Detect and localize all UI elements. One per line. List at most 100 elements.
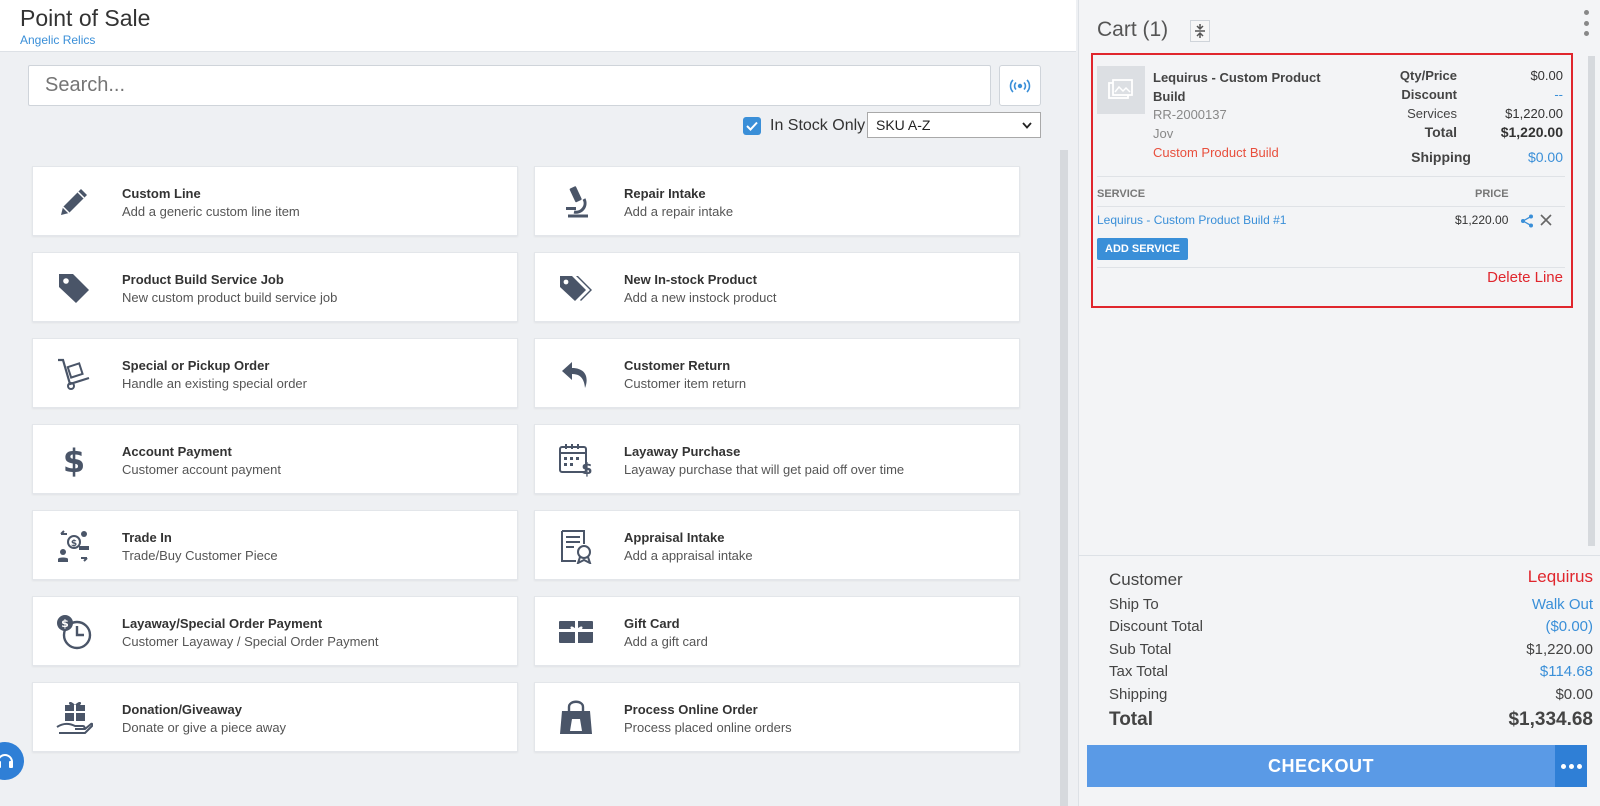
in-stock-filter[interactable]: In Stock Only <box>743 117 865 135</box>
tile-desc: Donate or give a piece away <box>122 720 287 735</box>
collapse-icon <box>1195 24 1205 38</box>
return-arrow-icon <box>555 353 597 395</box>
cart-scrollbar[interactable] <box>1588 56 1595 546</box>
sort-select[interactable]: SKU A-Z <box>867 112 1041 138</box>
summary-shipping-label: Shipping <box>1109 686 1168 703</box>
tile-title: Layaway Purchase <box>624 444 741 459</box>
search-input[interactable] <box>28 65 991 106</box>
summary-shipping-value: $0.00 <box>1555 686 1593 703</box>
product-thumbnail <box>1097 66 1145 114</box>
tile-repair-intake[interactable]: Repair Intake Add a repair intake <box>534 166 1020 236</box>
microscope-icon <box>555 181 597 223</box>
services-table-header: SERVICE PRICE <box>1097 177 1565 207</box>
tiles-scrollbar[interactable] <box>1060 150 1068 806</box>
qty-price-label: Qty/Price <box>1399 68 1457 83</box>
add-service-button[interactable]: ADD SERVICE <box>1097 238 1188 260</box>
tile-account-payment[interactable]: $ Account Payment Customer account payme… <box>32 424 518 494</box>
broadcast-icon <box>1009 78 1031 93</box>
tile-title: Trade In <box>122 530 172 545</box>
dollar-icon: $ <box>53 439 95 481</box>
tile-desc: Process placed online orders <box>624 720 792 735</box>
tile-process-online-order[interactable]: Process Online Order Process placed onli… <box>534 682 1020 752</box>
share-icon[interactable] <box>1520 214 1534 228</box>
tile-desc: Customer account payment <box>122 462 281 477</box>
qty-price-value[interactable]: $0.00 <box>1530 68 1563 83</box>
store-name-link[interactable]: Angelic Relics <box>20 33 95 47</box>
line-product-name[interactable]: Lequirus - Custom Product Build <box>1153 68 1343 106</box>
tile-title: Product Build Service Job <box>122 272 284 287</box>
remove-service-icon[interactable] <box>1540 214 1552 226</box>
page-header: Point of Sale Angelic Relics <box>0 0 1076 52</box>
help-button[interactable] <box>0 742 24 780</box>
tax-total-value[interactable]: $114.68 <box>1540 663 1593 680</box>
clock-dollar-icon: $ <box>53 611 95 653</box>
dolly-icon <box>53 353 95 395</box>
tile-title: Donation/Giveaway <box>122 702 242 717</box>
services-label: Services <box>1407 106 1457 121</box>
tile-desc: Add a new instock product <box>624 290 777 305</box>
line-shipping-value[interactable]: $0.00 <box>1528 149 1563 165</box>
svg-text:$: $ <box>581 459 592 478</box>
service-name-link[interactable]: Lequirus - Custom Product Build #1 <box>1097 213 1286 227</box>
tile-title: Process Online Order <box>624 702 758 717</box>
in-stock-checkbox[interactable] <box>743 117 761 135</box>
sub-total-value: $1,220.00 <box>1526 641 1593 658</box>
tile-desc: Customer Layaway / Special Order Payment <box>122 634 379 649</box>
ship-to-label: Ship To <box>1109 596 1159 613</box>
line-total-label: Total <box>1424 124 1457 140</box>
tile-special-or-pickup-order[interactable]: Special or Pickup Order Handle an existi… <box>32 338 518 408</box>
discount-value[interactable]: -- <box>1554 87 1563 102</box>
tile-appraisal-intake[interactable]: Appraisal Intake Add a appraisal intake <box>534 510 1020 580</box>
tile-desc: Add a generic custom line item <box>122 204 300 219</box>
trade-in-icon: $ <box>53 525 95 567</box>
ship-to-value[interactable]: Walk Out <box>1532 596 1593 613</box>
line-shipping-label: Shipping <box>1411 149 1471 165</box>
customer-label: Customer <box>1109 570 1183 589</box>
headset-icon <box>0 754 13 768</box>
tile-desc: Layaway purchase that will get paid off … <box>624 462 905 477</box>
pencil-icon <box>53 181 95 223</box>
tags-icon <box>555 267 597 309</box>
sort-select-value: SKU A-Z <box>876 117 931 133</box>
more-options-button[interactable] <box>1555 745 1587 787</box>
cart-menu-icon[interactable] <box>1581 10 1591 36</box>
certificate-icon <box>555 525 597 567</box>
in-stock-label: In Stock Only <box>770 117 866 134</box>
chevron-down-icon <box>1022 121 1032 129</box>
grand-total-label: Total <box>1109 709 1153 730</box>
calendar-dollar-icon: $ <box>555 439 597 481</box>
tile-title: Custom Line <box>122 186 201 201</box>
cart-line-item: Lequirus - Custom Product Build RR-20001… <box>1091 53 1573 308</box>
discount-label: Discount <box>1401 87 1457 102</box>
svg-text:$: $ <box>71 539 77 549</box>
tile-donation-giveaway[interactable]: Donation/Giveaway Donate or give a piece… <box>32 682 518 752</box>
line-total-value: $1,220.00 <box>1500 124 1563 140</box>
tile-title: Repair Intake <box>624 186 706 201</box>
tile-custom-line[interactable]: Custom Line Add a generic custom line it… <box>32 166 518 236</box>
gift-hand-icon <box>53 697 95 739</box>
checkmark-icon <box>746 121 758 131</box>
tile-gift-card[interactable]: Gift Card Add a gift card <box>534 596 1020 666</box>
delete-line-link[interactable]: Delete Line <box>1487 269 1563 286</box>
tile-new-in-stock-product[interactable]: New In-stock Product Add a new instock p… <box>534 252 1020 322</box>
tile-desc: Trade/Buy Customer Piece <box>122 548 278 563</box>
cart-title: Cart (1) <box>1097 18 1169 41</box>
customer-value[interactable]: Lequirus <box>1528 567 1593 587</box>
tile-trade-in[interactable]: $ Trade In Trade/Buy Customer Piece <box>32 510 518 580</box>
collapse-lines-button[interactable] <box>1190 20 1210 42</box>
tile-layaway-purchase[interactable]: $ Layaway Purchase Layaway purchase that… <box>534 424 1020 494</box>
checkout-button[interactable]: CHECKOUT <box>1087 745 1555 787</box>
svg-text:$: $ <box>63 442 85 478</box>
discount-total-value[interactable]: ($0.00) <box>1545 618 1593 635</box>
line-sku: RR-2000137 <box>1153 107 1227 122</box>
svg-text:$: $ <box>61 617 69 630</box>
tile-title: Appraisal Intake <box>624 530 725 545</box>
tile-layaway-special-order-payment[interactable]: $ Layaway/Special Order Payment Customer… <box>32 596 518 666</box>
gift-card-icon <box>555 611 597 653</box>
tile-desc: Handle an existing special order <box>122 376 307 391</box>
tile-desc: Customer item return <box>624 376 747 391</box>
price-column-header: PRICE <box>1475 188 1509 200</box>
scan-button[interactable] <box>999 65 1041 106</box>
tile-product-build-service-job[interactable]: Product Build Service Job New custom pro… <box>32 252 518 322</box>
tile-customer-return[interactable]: Customer Return Customer item return <box>534 338 1020 408</box>
